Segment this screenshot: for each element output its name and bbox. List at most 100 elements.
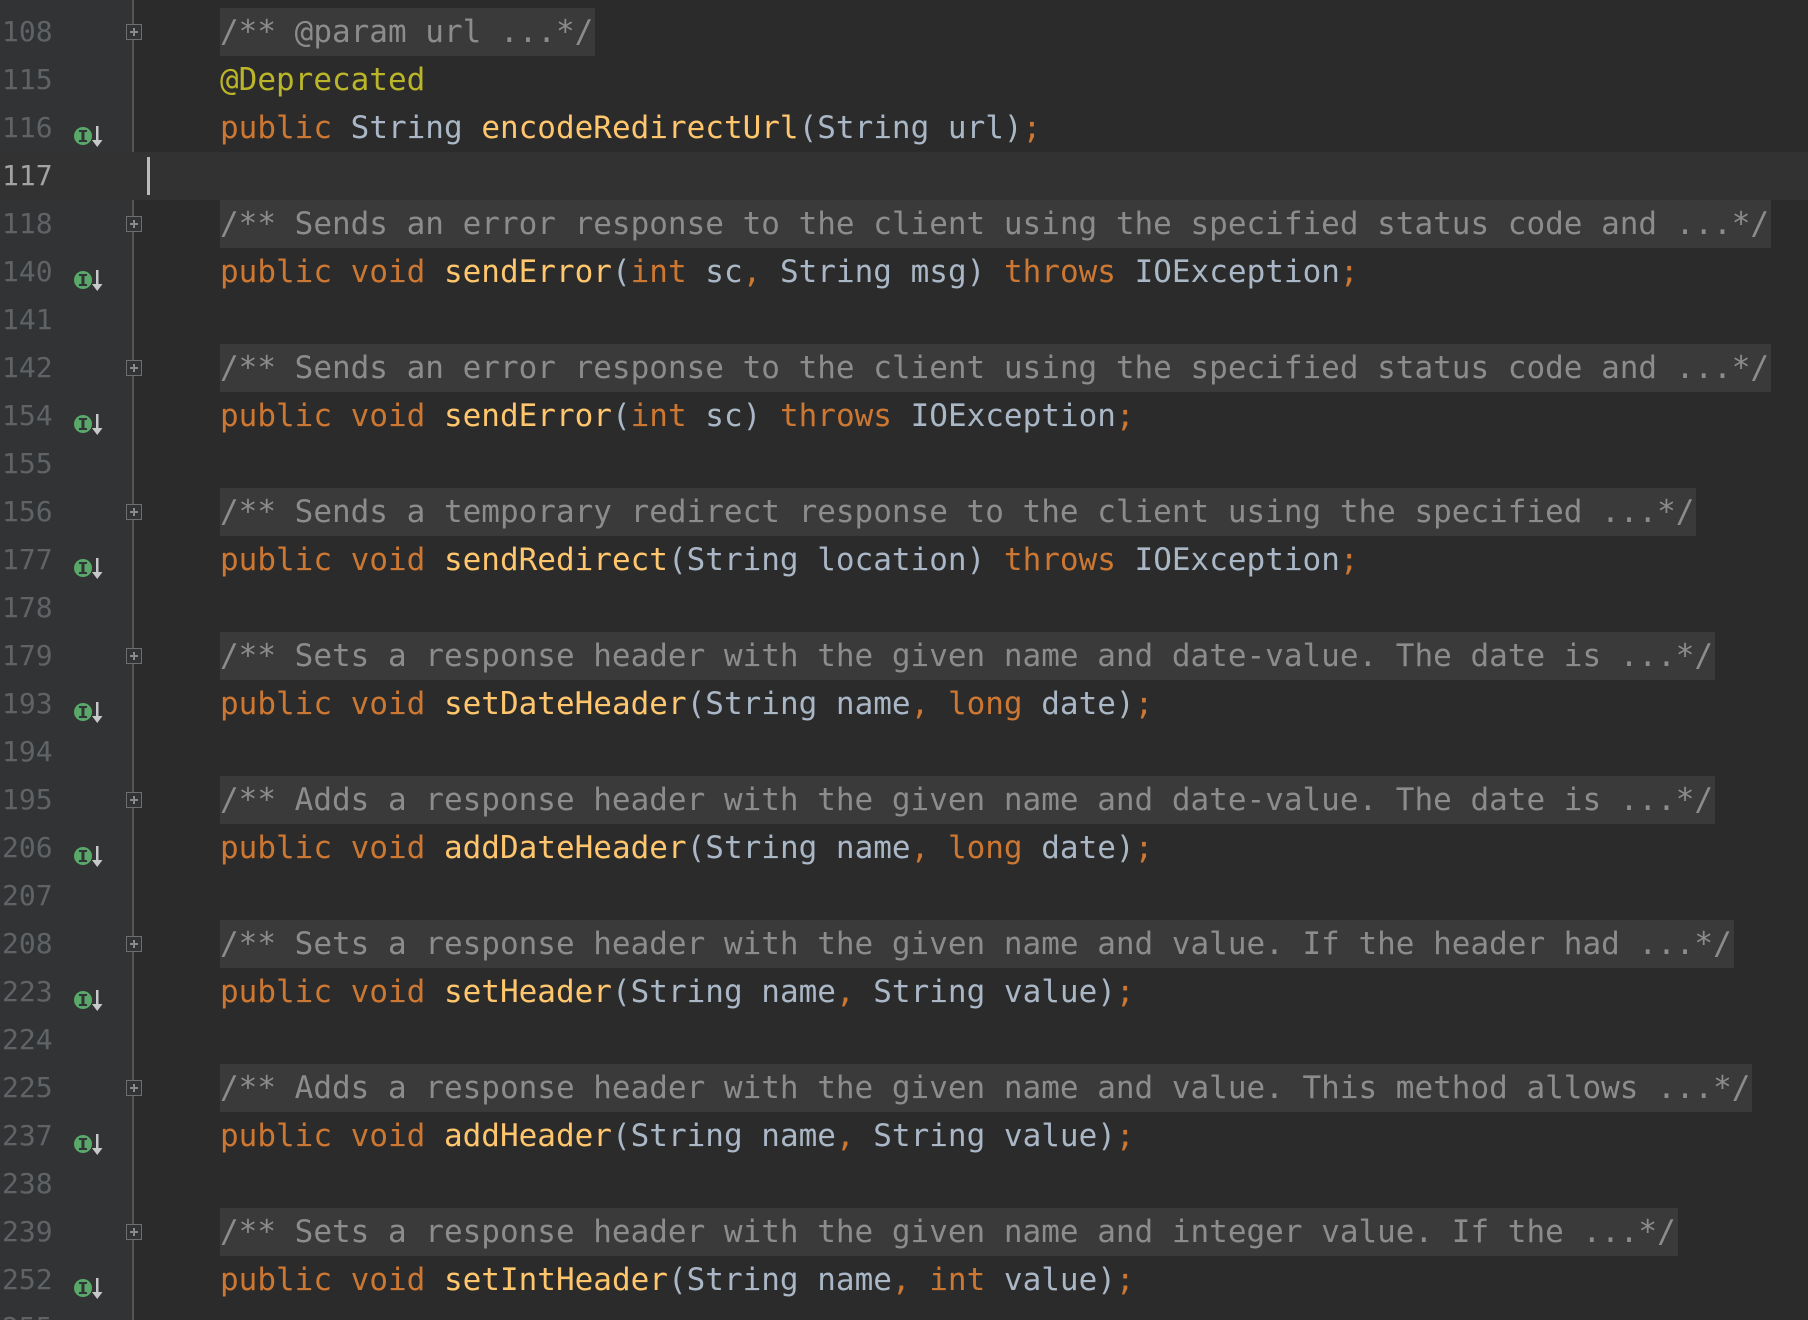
code-line[interactable]: 195 /** Adds a response header with the g…	[0, 776, 1808, 824]
line-number: 155	[2, 447, 53, 480]
code-text[interactable]: public void setDateHeader(String name, l…	[220, 680, 1153, 728]
code-line[interactable]: 118 /** Sends an error response to the cl…	[0, 200, 1808, 248]
method-name: setHeader	[443, 974, 612, 1010]
implements-method-down-arrow-icon[interactable]	[74, 980, 106, 1011]
code-line[interactable]: 155	[0, 440, 1808, 488]
folded-doc-comment[interactable]: /** Sets a response header with the give…	[220, 1208, 1678, 1256]
folded-doc-comment[interactable]: /** Sends an error response to the clien…	[220, 200, 1772, 248]
fold-expand-icon[interactable]	[126, 936, 142, 952]
code-line[interactable]: 193 public void setDateHeader(String name…	[0, 680, 1808, 728]
code-line[interactable]: 207	[0, 872, 1808, 920]
code-line[interactable]: 140 public void sendError(int sc, String …	[0, 248, 1808, 296]
keyword: void	[350, 1262, 426, 1298]
code-token: sc	[686, 254, 743, 290]
code-line[interactable]: 223 public void setHeader(String name, St…	[0, 968, 1808, 1016]
code-text[interactable]: public void sendError(int sc) throws IOE…	[220, 392, 1135, 440]
implements-method-down-arrow-icon[interactable]	[74, 548, 106, 579]
folded-doc-comment[interactable]: /** Sends an error response to the clien…	[220, 344, 1772, 392]
code-line[interactable]: 224	[0, 1016, 1808, 1064]
code-editor[interactable]: 108 /** @param url ...*/ 115 @Deprecated 116…	[0, 0, 1808, 1320]
keyword: public	[220, 398, 332, 434]
code-line[interactable]: 206 public void addDateHeader(String name…	[0, 824, 1808, 872]
code-line[interactable]: 237 public void addHeader(String name, St…	[0, 1112, 1808, 1160]
method-name: addHeader	[443, 1118, 612, 1154]
implements-method-down-arrow-icon[interactable]	[74, 1124, 106, 1155]
code-text[interactable]: /** Adds a response header with the give…	[220, 776, 1716, 824]
code-text[interactable]: public void sendError(int sc, String msg…	[220, 248, 1359, 296]
method-name: encodeRedirectUrl	[481, 110, 799, 146]
code-text[interactable]: public void addHeader(String name, Strin…	[220, 1112, 1135, 1160]
code-text[interactable]: public void setIntHeader(String name, in…	[220, 1256, 1135, 1304]
code-text[interactable]: /** Sets a response header with the give…	[220, 1208, 1678, 1256]
implements-method-down-arrow-icon[interactable]	[74, 404, 106, 435]
code-token: String value)	[854, 1118, 1116, 1154]
code-line[interactable]: 255	[0, 1304, 1808, 1320]
code-line[interactable]: 142 /** Sends an error response to the cl…	[0, 344, 1808, 392]
folded-doc-comment[interactable]: /** Sets a response header with the give…	[220, 920, 1734, 968]
code-text[interactable]: /** Sets a response header with the give…	[220, 632, 1716, 680]
code-token: ;	[1134, 686, 1154, 722]
folded-doc-comment[interactable]: /** @param url ...*/	[220, 8, 596, 56]
folded-doc-comment[interactable]: /** Adds a response header with the give…	[220, 776, 1716, 824]
code-text[interactable]: /** Adds a response header with the give…	[220, 1064, 1753, 1112]
folded-doc-comment[interactable]: /** Adds a response header with the give…	[220, 1064, 1753, 1112]
fold-expand-icon[interactable]	[126, 1080, 142, 1096]
fold-expand-icon[interactable]	[126, 360, 142, 376]
code-token: (String url)	[798, 110, 1023, 146]
code-line[interactable]: 239 /** Sets a response header with the g…	[0, 1208, 1808, 1256]
code-line[interactable]: 116 public String encodeRedirectUrl(Strin…	[0, 104, 1808, 152]
code-text[interactable]: public void addDateHeader(String name, l…	[220, 824, 1153, 872]
keyword: public	[220, 974, 332, 1010]
code-token: (String name	[667, 1262, 892, 1298]
code-line[interactable]: 178	[0, 584, 1808, 632]
keyword: public	[220, 1118, 332, 1154]
code-line[interactable]: 252 public void setIntHeader(String name,…	[0, 1256, 1808, 1304]
fold-expand-icon[interactable]	[126, 24, 142, 40]
code-text[interactable]: @Deprecated	[220, 56, 425, 104]
fold-expand-icon[interactable]	[126, 216, 142, 232]
implements-method-down-arrow-icon[interactable]	[74, 836, 106, 867]
implements-method-down-arrow-icon[interactable]	[74, 260, 106, 291]
implements-method-down-arrow-icon[interactable]	[74, 692, 106, 723]
line-number: 178	[2, 591, 53, 624]
code-line[interactable]: 115 @Deprecated	[0, 56, 1808, 104]
code-line[interactable]: 179 /** Sets a response header with the g…	[0, 632, 1808, 680]
folded-doc-comment[interactable]: /** Sends a temporary redirect response …	[220, 488, 1697, 536]
keyword: int	[929, 1262, 986, 1298]
code-lines-container: 108 /** @param url ...*/ 115 @Deprecated 116…	[0, 8, 1808, 1320]
code-text[interactable]: /** Sends a temporary redirect response …	[220, 488, 1697, 536]
code-token: IOException	[1115, 542, 1340, 578]
code-line[interactable]: 108 /** @param url ...*/	[0, 8, 1808, 56]
line-number: 193	[2, 687, 53, 720]
code-token: ,	[835, 1118, 855, 1154]
code-token: (String location)	[667, 542, 1004, 578]
code-line[interactable]: 156 /** Sends a temporary redirect respon…	[0, 488, 1808, 536]
code-line[interactable]: 238	[0, 1160, 1808, 1208]
code-text[interactable]: /** @param url ...*/	[220, 8, 596, 56]
code-text[interactable]: public void setHeader(String name, Strin…	[220, 968, 1135, 1016]
implements-method-down-arrow-icon[interactable]	[74, 116, 106, 147]
folded-doc-comment[interactable]: /** Sets a response header with the give…	[220, 632, 1716, 680]
code-text[interactable]: public void sendRedirect(String location…	[220, 536, 1359, 584]
code-line[interactable]: 117	[0, 152, 1808, 200]
fold-expand-icon[interactable]	[126, 648, 142, 664]
code-text[interactable]: public String encodeRedirectUrl(String u…	[220, 104, 1041, 152]
fold-expand-icon[interactable]	[126, 792, 142, 808]
line-number: 225	[2, 1071, 53, 1104]
code-line[interactable]: 194	[0, 728, 1808, 776]
fold-expand-icon[interactable]	[126, 1224, 142, 1240]
line-number: 140	[2, 255, 53, 288]
code-text[interactable]: /** Sets a response header with the give…	[220, 920, 1734, 968]
code-text[interactable]: /** Sends an error response to the clien…	[220, 344, 1772, 392]
code-token: ,	[835, 974, 855, 1010]
code-text[interactable]: /** Sends an error response to the clien…	[220, 200, 1772, 248]
implements-method-down-arrow-icon[interactable]	[74, 1268, 106, 1299]
code-token: ;	[1115, 1118, 1135, 1154]
code-line[interactable]: 177 public void sendRedirect(String locat…	[0, 536, 1808, 584]
code-token: String	[350, 110, 463, 146]
code-line[interactable]: 225 /** Adds a response header with the g…	[0, 1064, 1808, 1112]
fold-expand-icon[interactable]	[126, 504, 142, 520]
code-line[interactable]: 154 public void sendError(int sc) throws …	[0, 392, 1808, 440]
code-line[interactable]: 208 /** Sets a response header with the g…	[0, 920, 1808, 968]
code-line[interactable]: 141	[0, 296, 1808, 344]
